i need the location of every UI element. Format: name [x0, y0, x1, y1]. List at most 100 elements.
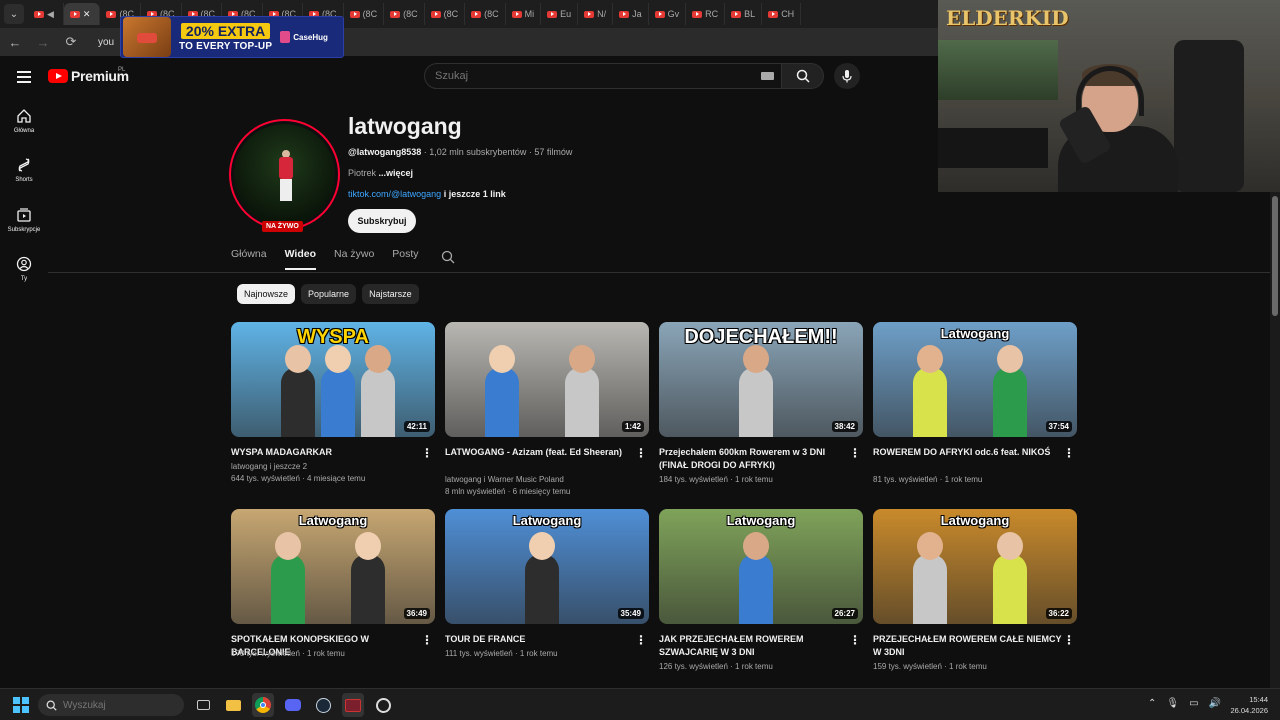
chip-newest[interactable]: Najnowsze — [237, 284, 296, 304]
close-tab-icon[interactable]: ✕ — [83, 9, 91, 20]
tray-mic-icon[interactable]: 🎙 — [1166, 698, 1179, 709]
video-card[interactable]: Latwogang 37:54 ROWEREM DO AFRYKI odc.6 fe… — [873, 322, 1077, 509]
video-thumbnail[interactable]: Latwogang 36:49 — [231, 509, 435, 624]
video-channel[interactable]: latwogang i Warner Music Poland — [445, 474, 645, 486]
subscribe-button[interactable]: Subskrybuj — [348, 209, 416, 233]
discord-icon[interactable] — [282, 693, 304, 717]
youtube-logo[interactable]: Premium — [48, 68, 129, 84]
sidebar-item-home[interactable]: Główna — [0, 108, 48, 134]
back-icon[interactable]: ← — [6, 35, 24, 50]
video-thumbnail[interactable]: Latwogang 35:49 — [445, 509, 649, 624]
more-links[interactable]: i jeszcze 1 link — [441, 189, 506, 199]
video-card[interactable]: Latwogang 36:49 SPOTKAŁEM KONOPSKIEGO W BA… — [231, 509, 435, 696]
video-title[interactable]: JAK PRZEJECHAŁEM ROWEREM SZWAJCARIĘ W 3 … — [659, 633, 849, 659]
task-view-icon[interactable] — [192, 693, 214, 717]
video-card[interactable]: Latwogang 36:22 PRZEJECHAŁEM ROWEREM CAŁE … — [873, 509, 1077, 696]
browser-tab[interactable]: ✕ — [63, 3, 101, 25]
sidebar-item-you[interactable]: Ty — [0, 256, 48, 282]
tab-home[interactable]: Główna — [231, 248, 267, 270]
tray-overflow-icon[interactable]: ⌃ — [1148, 698, 1156, 709]
chip-popular[interactable]: Popularne — [301, 284, 357, 304]
video-title[interactable]: PRZEJECHAŁEM ROWEREM CAŁE NIEMCY W 3DNI — [873, 633, 1063, 659]
keyboard-icon[interactable] — [761, 72, 774, 80]
scrollbar-thumb[interactable] — [1272, 196, 1278, 316]
chip-oldest[interactable]: Najstarsze — [362, 284, 419, 304]
system-tray: ⌃ 🎙 ▭ 🔊 — [1148, 698, 1221, 709]
channel-search-button[interactable] — [441, 250, 455, 269]
tab-search-chevron-icon[interactable]: ⌄ — [4, 4, 24, 24]
video-card[interactable]: Latwogang 35:49 TOUR DE FRANCE ⋮ 111 tys. wy… — [445, 509, 649, 696]
tab-posts[interactable]: Posty — [392, 248, 418, 270]
video-card[interactable]: Latwogang 26:27 JAK PRZEJECHAŁEM ROWEREM S… — [659, 509, 863, 696]
video-thumbnail[interactable]: DOJECHAŁEM!! 38:42 — [659, 322, 863, 437]
tab-live[interactable]: Na żywo — [334, 248, 374, 270]
video-channel[interactable]: latwogang i jeszcze 2 — [231, 461, 431, 473]
video-title[interactable]: ROWEREM DO AFRYKI odc.6 feat. NIKOŚ — [873, 446, 1063, 459]
promo-chest-image — [123, 17, 171, 57]
tray-volume-icon[interactable]: 🔊 — [1209, 698, 1221, 709]
browser-tab[interactable]: N/ — [578, 3, 614, 25]
browser-tab[interactable]: (8C — [384, 3, 425, 25]
browser-tab[interactable]: (8C — [465, 3, 506, 25]
file-explorer-icon[interactable] — [222, 693, 244, 717]
video-title[interactable]: WYSPA MADAGARKAR — [231, 446, 421, 459]
reload-icon[interactable]: ⟳ — [62, 34, 80, 50]
more-options-icon[interactable]: ⋮ — [849, 446, 861, 460]
video-title[interactable]: Przejechałem 600km Rowerem w 3 DNI (FINA… — [659, 446, 849, 472]
chrome-icon[interactable] — [252, 693, 274, 717]
more-options-icon[interactable]: ⋮ — [635, 446, 647, 460]
more-options-icon[interactable]: ⋮ — [635, 633, 647, 647]
video-title[interactable]: TOUR DE FRANCE — [445, 633, 635, 646]
obs-app-icon[interactable] — [342, 693, 364, 717]
url-text[interactable]: you — [98, 37, 114, 48]
video-thumbnail[interactable]: Latwogang 36:22 — [873, 509, 1077, 624]
forward-icon[interactable]: → — [34, 35, 52, 50]
more-options-icon[interactable]: ⋮ — [1063, 446, 1075, 460]
search-button[interactable] — [782, 63, 824, 89]
video-thumbnail[interactable]: WYSPA 42:11 — [231, 322, 435, 437]
more-options-icon[interactable]: ⋮ — [421, 446, 433, 460]
video-card[interactable]: WYSPA 42:11 WYSPA MADAGARKAR ⋮ latwogang i j… — [231, 322, 435, 509]
browser-tab[interactable]: ◀ — [28, 3, 64, 25]
menu-icon[interactable] — [17, 71, 31, 86]
tab-label: N/ — [597, 9, 607, 19]
more-options-icon[interactable]: ⋮ — [849, 633, 861, 647]
tiktok-link[interactable]: tiktok.com/@latwogang — [348, 189, 441, 199]
tab-videos[interactable]: Wideo — [284, 248, 317, 270]
tab-label: (8C — [484, 9, 499, 19]
search-input[interactable] — [424, 63, 782, 89]
sidebar-item-subscriptions[interactable]: Subskrypcje — [0, 207, 48, 233]
video-thumbnail[interactable]: 1:42 — [445, 322, 649, 437]
page-scrollbar[interactable] — [1270, 192, 1280, 688]
video-card[interactable]: 1:42 LATWOGANG - Azizam (feat. Ed Sheeran… — [445, 322, 649, 509]
video-card[interactable]: DOJECHAŁEM!! 38:42 Przejechałem 600km Rowe… — [659, 322, 863, 509]
browser-tab[interactable]: (8C — [425, 3, 466, 25]
steam-icon[interactable] — [312, 693, 334, 717]
video-stats: 178 tys. wyświetleń · 1 rok temu — [231, 649, 345, 658]
video-thumbnail[interactable]: Latwogang 26:27 — [659, 509, 863, 624]
channel-avatar[interactable] — [229, 119, 340, 230]
more-options-icon[interactable]: ⋮ — [1063, 633, 1075, 647]
browser-tab[interactable]: Mi — [506, 3, 542, 25]
obs-studio-icon[interactable] — [372, 693, 394, 717]
browser-tab[interactable]: RC — [686, 3, 726, 25]
windows-start-icon[interactable] — [13, 697, 29, 713]
browser-tab[interactable]: Gv — [649, 3, 687, 25]
taskbar-clock[interactable]: 15:44 26.04.2026 — [1226, 694, 1268, 716]
channel-description[interactable]: Piotrek ...więcej — [348, 168, 413, 178]
browser-tab[interactable]: Ja — [613, 3, 649, 25]
browser-tab[interactable]: (8C — [344, 3, 385, 25]
taskbar-search-input[interactable] — [63, 699, 173, 711]
sidebar-item-shorts[interactable]: Shorts — [0, 157, 48, 183]
tray-network-icon[interactable]: ▭ — [1189, 698, 1198, 709]
more-options-icon[interactable]: ⋮ — [421, 633, 433, 647]
browser-tab[interactable]: BL — [725, 3, 763, 25]
browser-tab[interactable]: CH — [762, 3, 802, 25]
taskbar-search[interactable] — [38, 694, 184, 716]
browser-tab[interactable]: Eu — [541, 3, 579, 25]
video-thumbnail[interactable]: Latwogang 37:54 — [873, 322, 1077, 437]
live-badge[interactable]: NA ŻYWO — [262, 221, 303, 232]
voice-search-button[interactable] — [834, 63, 860, 89]
video-title[interactable]: LATWOGANG - Azizam (feat. Ed Sheeran) — [445, 446, 635, 459]
description-more[interactable]: ...więcej — [379, 168, 414, 178]
